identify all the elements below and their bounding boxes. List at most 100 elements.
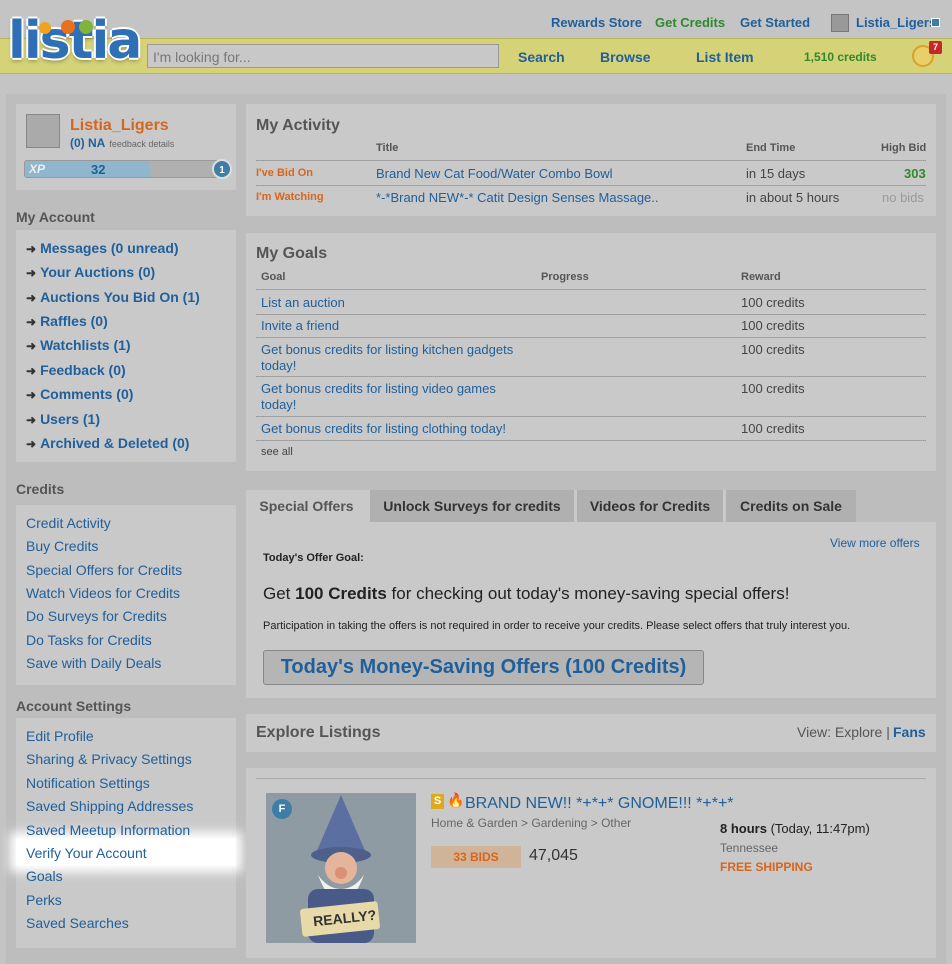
sidebar-item-feedback[interactable]: ➜ Feedback (0): [26, 362, 126, 378]
credits-menu: Credit Activity Buy Credits Special Offe…: [16, 505, 236, 685]
arrow-right-icon: ➜: [26, 388, 37, 402]
feedback-details-link[interactable]: feedback details: [109, 139, 174, 149]
explore-listings-header: Explore Listings View: Explore | Fans: [246, 714, 936, 752]
goal-link-cont[interactable]: today!: [261, 397, 296, 412]
perks-link[interactable]: Perks: [26, 892, 62, 908]
activity-high-bid: no bids: [882, 190, 924, 205]
credits-balance[interactable]: 1,510 credits: [804, 50, 877, 64]
verify-account-link[interactable]: Verify Your Account: [26, 845, 147, 861]
goal-reward: 100 credits: [741, 342, 805, 357]
bid-count-badge: 33 BIDS: [431, 846, 521, 868]
buy-credits-link[interactable]: Buy Credits: [26, 538, 98, 554]
activity-item-link[interactable]: Brand New Cat Food/Water Combo Bowl: [376, 166, 613, 181]
account-settings-heading: Account Settings: [16, 698, 132, 714]
goal-reward: 100 credits: [741, 318, 805, 333]
profile-card: Listia_Ligers (0) NA feedback details XP …: [16, 104, 236, 190]
goal-link-cont[interactable]: today!: [261, 358, 296, 373]
saved-searches-link[interactable]: Saved Searches: [26, 915, 129, 931]
notification-settings-link[interactable]: Notification Settings: [26, 775, 150, 791]
goals-link[interactable]: Goals: [26, 868, 63, 884]
activity-end-time: in about 5 hours: [746, 190, 840, 205]
activity-type: I've Bid On: [256, 167, 314, 179]
list-item-link[interactable]: List Item: [696, 49, 754, 65]
listing-title-link[interactable]: BRAND NEW!! *+*+* GNOME!!! *+*+*: [465, 795, 734, 813]
my-activity-panel: My Activity Title End Time High Bid I've…: [246, 104, 936, 216]
divider: [256, 160, 926, 161]
do-surveys-link[interactable]: Do Surveys for Credits: [26, 608, 167, 624]
meetup-info-link[interactable]: Saved Meetup Information: [26, 822, 190, 838]
col-title: Title: [376, 142, 399, 154]
avatar[interactable]: [26, 114, 60, 148]
view-more-offers-link[interactable]: View more offers: [830, 536, 920, 550]
tab-videos-for-credits[interactable]: Videos for Credits: [577, 490, 723, 522]
tab-credits-on-sale[interactable]: Credits on Sale: [726, 490, 856, 522]
free-shipping-label: FREE SHIPPING: [720, 860, 813, 874]
top-bar: Rewards Store Get Credits Get Started Li…: [0, 0, 952, 38]
listia-logo[interactable]: listia: [8, 8, 142, 74]
arrow-right-icon: ➜: [26, 364, 37, 378]
listing-price: 47,045: [529, 847, 578, 864]
special-offers-link[interactable]: Special Offers for Credits: [26, 562, 182, 578]
fans-view-link[interactable]: Fans: [893, 724, 926, 740]
sidebar-item-messages[interactable]: ➜ Messages (0 unread): [26, 240, 179, 256]
divider: [256, 289, 926, 290]
edit-profile-link[interactable]: Edit Profile: [26, 728, 94, 744]
goal-link[interactable]: Get bonus credits for listing kitchen ga…: [261, 342, 513, 357]
goal-reward: 100 credits: [741, 421, 805, 436]
browse-link[interactable]: Browse: [600, 49, 651, 65]
sidebar-item-comments[interactable]: ➜ Comments (0): [26, 386, 133, 402]
sidebar-item-archived-deleted[interactable]: ➜ Archived & Deleted (0): [26, 435, 189, 451]
offer-goal-label: Today's Offer Goal:: [263, 552, 364, 564]
xp-bar: XP 32 1: [24, 159, 232, 179]
shipping-badge-icon: S: [431, 794, 444, 809]
my-goals-panel: My Goals Goal Progress Reward List an au…: [246, 233, 936, 471]
goal-link[interactable]: List an auction: [261, 295, 345, 310]
profile-name[interactable]: Listia_Ligers: [70, 117, 169, 135]
activity-item-link[interactable]: *-*Brand NEW*-* Catit Design Senses Mass…: [376, 190, 659, 205]
sidebar-item-raffles[interactable]: ➜ Raffles (0): [26, 313, 108, 329]
shipping-addresses-link[interactable]: Saved Shipping Addresses: [26, 798, 193, 814]
sidebar-item-users[interactable]: ➜ Users (1): [26, 411, 100, 427]
arrow-right-icon: ➜: [26, 315, 37, 329]
feedback-value[interactable]: (0) NA: [70, 136, 105, 150]
tab-unlock-surveys[interactable]: Unlock Surveys for credits: [370, 490, 574, 522]
arrow-right-icon: ➜: [26, 291, 37, 305]
goal-link[interactable]: Get bonus credits for listing video game…: [261, 381, 496, 396]
do-tasks-link[interactable]: Do Tasks for Credits: [26, 632, 152, 648]
listing-card: REALLY? F S 🔥 BRAND NEW!! *+*+* GNOME!!!…: [246, 768, 936, 958]
offer-headline: Get 100 Credits for checking out today's…: [263, 584, 790, 603]
rewards-store-link[interactable]: Rewards Store: [551, 15, 642, 30]
search-input[interactable]: I'm looking for...: [147, 44, 499, 68]
user-avatar-icon[interactable]: [831, 14, 849, 32]
hot-flame-icon: 🔥: [447, 792, 465, 808]
daily-deals-link[interactable]: Save with Daily Deals: [26, 655, 161, 671]
view-label: View: Explore |: [797, 724, 890, 740]
get-started-link[interactable]: Get Started: [740, 15, 810, 30]
sidebar-item-watchlists[interactable]: ➜ Watchlists (1): [26, 337, 131, 353]
offer-note: Participation in taking the offers is no…: [263, 620, 851, 632]
logo-dots-icon: [39, 20, 99, 36]
get-credits-link[interactable]: Get Credits: [655, 15, 725, 30]
username-link[interactable]: Listia_Ligers: [856, 15, 936, 30]
divider: [256, 314, 926, 315]
sharing-privacy-link[interactable]: Sharing & Privacy Settings: [26, 751, 192, 767]
see-all-link[interactable]: see all: [261, 446, 293, 458]
listing-image[interactable]: REALLY? F: [266, 793, 416, 943]
tab-spacer: [856, 490, 936, 522]
sidebar-item-your-auctions[interactable]: ➜ Your Auctions (0): [26, 264, 155, 280]
xp-value: 32: [91, 162, 106, 177]
goal-reward: 100 credits: [741, 295, 805, 310]
credit-activity-link[interactable]: Credit Activity: [26, 515, 111, 531]
tab-special-offers[interactable]: Special Offers: [246, 490, 367, 522]
search-button[interactable]: Search: [518, 49, 565, 65]
goal-link[interactable]: Get bonus credits for listing clothing t…: [261, 421, 506, 436]
col-end-time: End Time: [746, 142, 796, 154]
watch-videos-link[interactable]: Watch Videos for Credits: [26, 585, 180, 601]
money-saving-offers-button[interactable]: Today's Money-Saving Offers (100 Credits…: [263, 650, 704, 685]
sidebar-item-auctions-bid-on[interactable]: ➜ Auctions You Bid On (1): [26, 289, 200, 305]
goal-link[interactable]: Invite a friend: [261, 318, 339, 333]
dropdown-icon[interactable]: [931, 18, 940, 27]
arrow-right-icon: ➜: [26, 413, 37, 427]
listing-location: Tennessee: [720, 841, 779, 855]
offers-panel: Special Offers Unlock Surveys for credit…: [246, 490, 936, 698]
